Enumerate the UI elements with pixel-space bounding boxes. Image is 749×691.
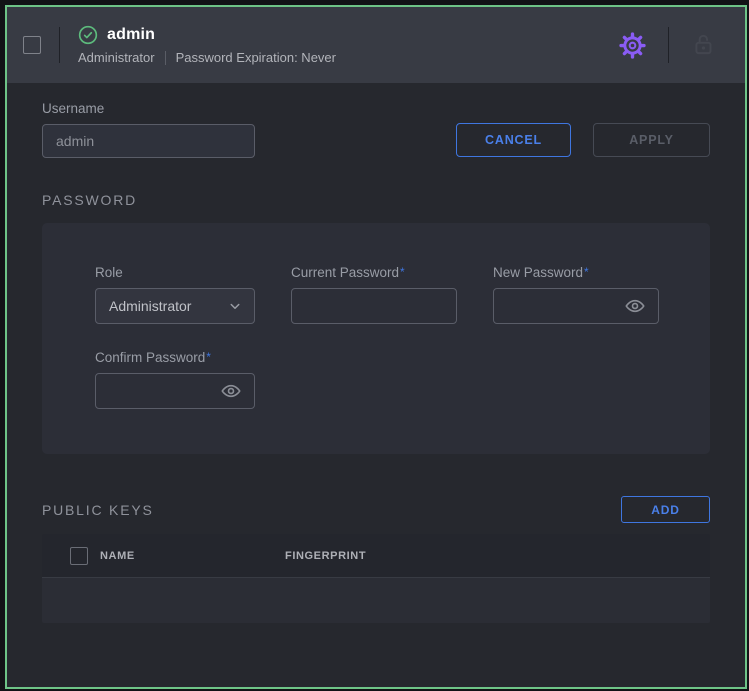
role-label: Role xyxy=(95,265,255,280)
new-password-label: New Password xyxy=(493,265,583,280)
check-circle-icon xyxy=(78,25,98,45)
username-label: Username xyxy=(42,101,255,116)
current-password-field: Current Password* xyxy=(291,265,457,324)
select-all-checkbox[interactable] xyxy=(70,547,88,565)
add-public-key-button[interactable]: ADD xyxy=(621,496,710,523)
role-select[interactable]: Administrator xyxy=(95,288,255,324)
column-header-name: NAME xyxy=(100,550,285,562)
username-input[interactable] xyxy=(42,124,255,158)
eye-icon xyxy=(624,295,646,317)
empty-table-row xyxy=(42,578,710,623)
header-actions xyxy=(619,27,717,63)
unlock-icon xyxy=(691,32,717,58)
column-header-fingerprint: FINGERPRINT xyxy=(285,550,366,562)
cancel-button[interactable]: CANCEL xyxy=(456,123,571,157)
user-form: Username CANCEL APPLY PASSWORD Role Admi… xyxy=(7,101,745,623)
username-title: admin xyxy=(107,26,155,44)
confirm-password-label: Confirm Password xyxy=(95,350,205,365)
apply-button[interactable]: APPLY xyxy=(593,123,710,157)
public-keys-header: PUBLIC KEYS ADD xyxy=(42,496,710,523)
public-keys-title: PUBLIC KEYS xyxy=(42,502,154,518)
chevron-down-icon xyxy=(226,297,244,315)
required-marker: * xyxy=(206,350,211,364)
actions-divider xyxy=(668,27,669,63)
password-expiration-text: Password Expiration: Never xyxy=(176,50,336,65)
settings-gear-icon[interactable] xyxy=(619,32,646,59)
user-header: admin Administrator Password Expiration:… xyxy=(7,7,745,83)
form-actions: CANCEL APPLY xyxy=(456,123,710,157)
header-titles: admin Administrator Password Expiration:… xyxy=(78,25,336,65)
user-details-panel: admin Administrator Password Expiration:… xyxy=(5,5,747,689)
header-divider xyxy=(59,27,60,63)
public-keys-table: NAME FINGERPRINT xyxy=(42,534,710,623)
eye-icon xyxy=(220,380,242,402)
password-section-title: PASSWORD xyxy=(42,192,710,208)
new-password-field: New Password* xyxy=(493,265,659,324)
username-field: Username xyxy=(42,101,255,158)
subtitle-divider xyxy=(165,51,166,65)
role-selected-value: Administrator xyxy=(109,298,191,314)
user-role-text: Administrator xyxy=(78,50,155,65)
toggle-new-password-visibility-button[interactable] xyxy=(620,295,650,317)
required-marker: * xyxy=(400,265,405,279)
confirm-password-field: Confirm Password* xyxy=(95,350,255,409)
user-select-checkbox[interactable] xyxy=(23,36,41,54)
current-password-label: Current Password xyxy=(291,265,399,280)
toggle-confirm-password-visibility-button[interactable] xyxy=(216,380,246,402)
password-card: Role Administrator Current Password* xyxy=(42,223,710,454)
current-password-input[interactable] xyxy=(292,289,448,323)
new-password-input[interactable] xyxy=(494,289,620,323)
required-marker: * xyxy=(584,265,589,279)
table-header-row: NAME FINGERPRINT xyxy=(42,534,710,578)
role-field: Role Administrator xyxy=(95,265,255,324)
confirm-password-input[interactable] xyxy=(96,374,216,408)
